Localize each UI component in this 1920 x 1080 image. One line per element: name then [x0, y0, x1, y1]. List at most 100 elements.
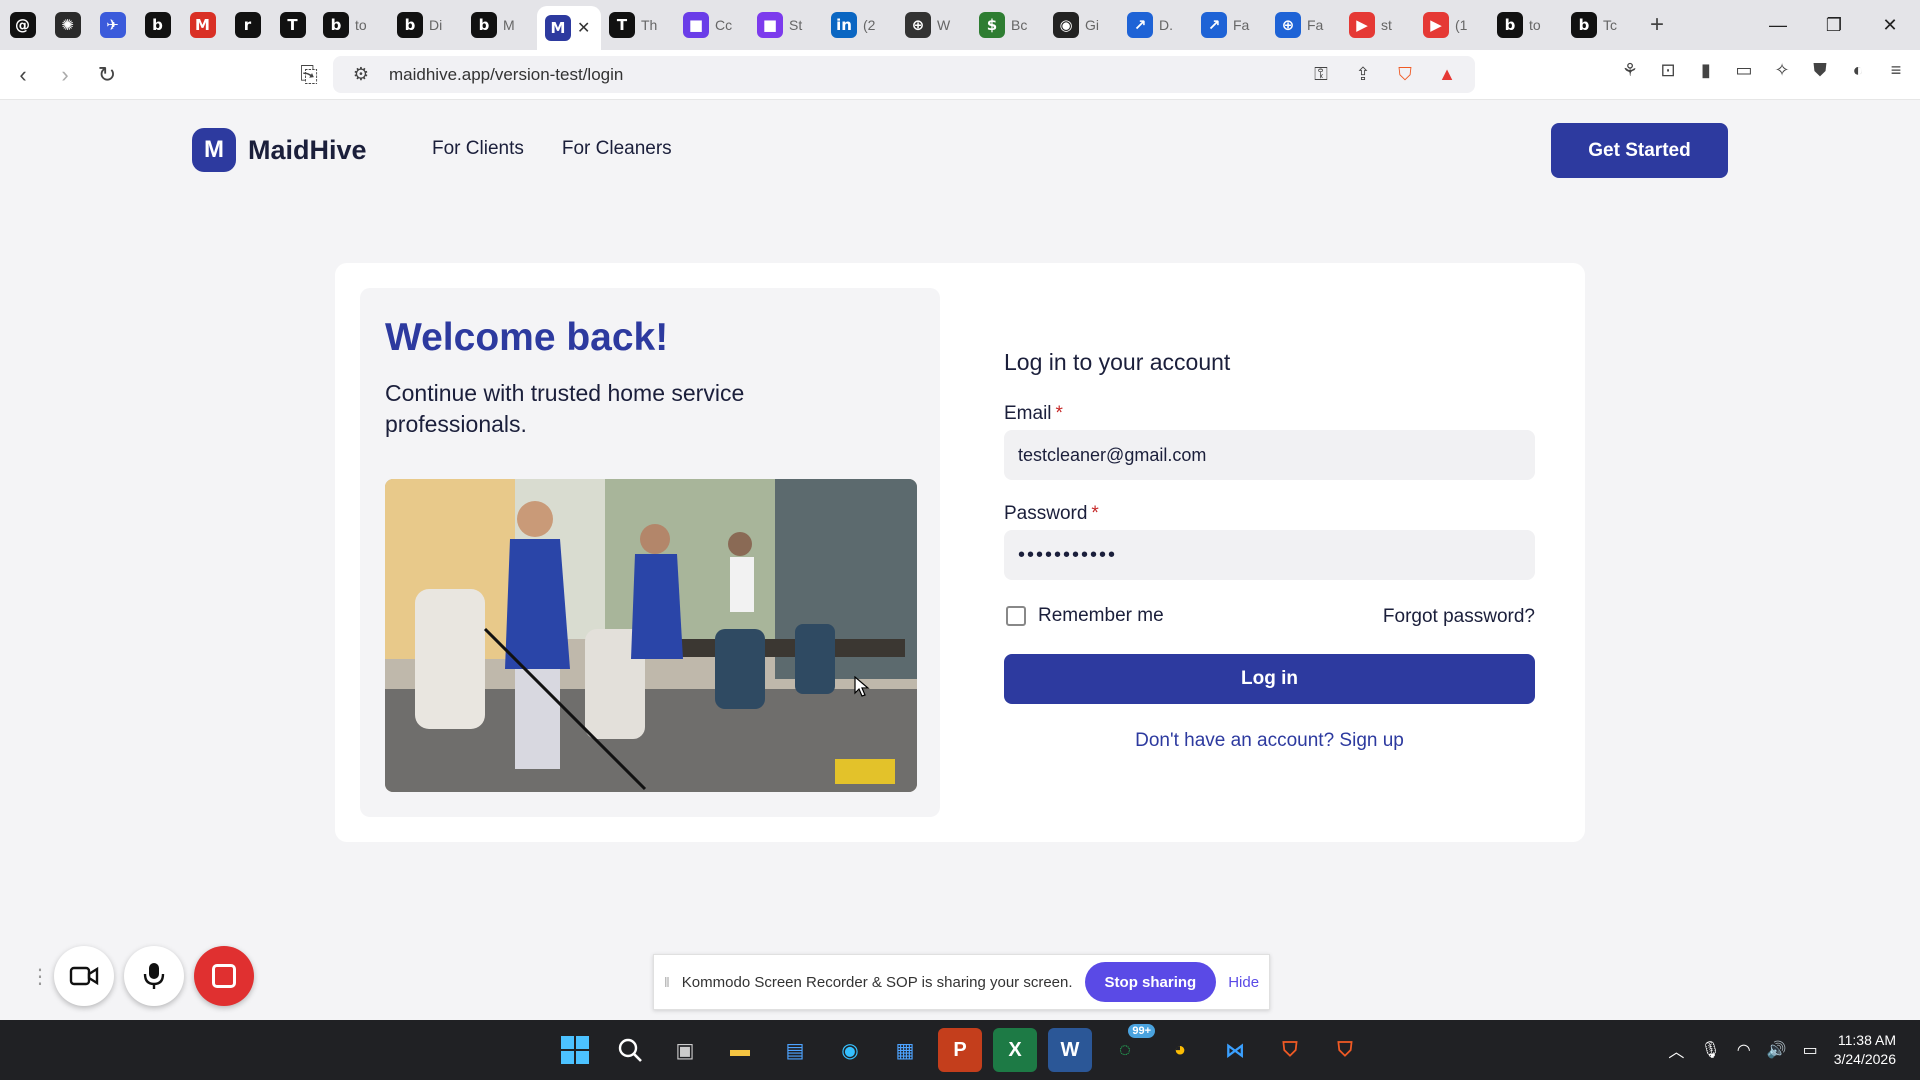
share-icon[interactable]: ⇪ — [1349, 61, 1377, 89]
browser-tab[interactable]: b to — [315, 6, 389, 44]
close-window-icon[interactable]: ✕ — [1862, 0, 1918, 50]
forward-icon[interactable]: › — [46, 56, 84, 94]
store-icon[interactable]: ▦ — [883, 1028, 927, 1072]
search-icon[interactable] — [608, 1028, 652, 1072]
tab-title: st — [1381, 17, 1392, 33]
login-form: Log in to your account Email * testcleane… — [1004, 263, 1535, 842]
hide-button[interactable]: Hide — [1228, 974, 1259, 991]
welcome-panel: Welcome back! Continue with trusted home… — [360, 288, 940, 817]
site-info-icon[interactable]: ⚙ — [347, 61, 375, 89]
brave-rewards-icon[interactable]: ▲ — [1433, 61, 1461, 89]
microphone-button[interactable] — [124, 946, 184, 1006]
browser-tab[interactable]: T — [270, 6, 315, 44]
sidebar-icon[interactable]: ▮ — [1692, 56, 1720, 84]
email-field[interactable]: testcleaner@gmail.com — [1004, 430, 1535, 480]
browser-tab[interactable]: $ Bc — [971, 6, 1045, 44]
volume-icon[interactable]: 🔊 — [1767, 1040, 1787, 1060]
remember-me[interactable]: Remember me — [1006, 605, 1164, 627]
microphone-tray-icon[interactable]: 🎙 — [1700, 1040, 1720, 1060]
browser-tab[interactable]: ■ Cc — [675, 6, 749, 44]
get-started-button[interactable]: Get Started — [1551, 123, 1728, 178]
browser-tab[interactable]: b Tc — [1563, 6, 1637, 44]
remember-checkbox[interactable] — [1006, 606, 1026, 626]
drag-handle-icon[interactable]: ⋮⋮ — [30, 964, 70, 989]
reload-icon[interactable]: ↻ — [88, 56, 126, 94]
back-icon[interactable]: ‹ — [4, 56, 42, 94]
close-tab-icon[interactable]: ✕ — [577, 18, 590, 38]
browser-tab[interactable]: r — [225, 6, 270, 44]
browser-tab[interactable]: b Di — [389, 6, 463, 44]
browser-tab[interactable]: ↗ Fa — [1193, 6, 1267, 44]
brave-beta-icon[interactable]: ⛉ — [1323, 1028, 1367, 1072]
login-button[interactable]: Log in — [1004, 654, 1535, 704]
browser-tab[interactable]: ⊕ Fa — [1267, 6, 1341, 44]
password-field[interactable]: ••••••••••• — [1004, 530, 1535, 580]
tab-strip: @ ✺ ✈ b Mr Tb to b Di b M M ✕ T Th ■ Cc ■ St in (2 ⊕ W $ Bc ◉ Gi ↗ D… — [0, 0, 1920, 50]
browser-tab[interactable]: ▶ (1 — [1415, 6, 1489, 44]
key-icon[interactable]: ⚿ — [1307, 61, 1335, 89]
browser-tab[interactable]: b to — [1489, 6, 1563, 44]
tab-title: to — [355, 17, 367, 33]
vpn-icon[interactable]: ⛊ — [1806, 56, 1834, 84]
notepad-icon[interactable]: ▤ — [773, 1028, 817, 1072]
browser-tab[interactable]: T Th — [601, 6, 675, 44]
address-bar[interactable]: ⚙ maidhive.app/version-test/login ⚿ ⇪ ⛉ … — [333, 56, 1475, 93]
extensions-icon[interactable]: ⚘ — [1616, 56, 1644, 84]
wifi-icon[interactable]: ◠ — [1737, 1040, 1751, 1060]
browser-tab[interactable]: ▶ st — [1341, 6, 1415, 44]
browser-tab[interactable]: ↗ D. — [1119, 6, 1193, 44]
tab-title: to — [1529, 17, 1541, 33]
minimize-icon[interactable]: — — [1750, 0, 1806, 50]
stop-recording-button[interactable] — [194, 946, 254, 1006]
edge-icon[interactable]: ◉ — [828, 1028, 872, 1072]
browser-tab[interactable]: b — [135, 6, 180, 44]
whatsapp-icon[interactable]: ◌ 99+ — [1103, 1024, 1155, 1072]
brave-icon[interactable]: ⛉ — [1268, 1028, 1312, 1072]
browser-tab[interactable]: @ — [0, 6, 45, 44]
nav-for-cleaners[interactable]: For Cleaners — [562, 138, 672, 160]
drag-grip-icon[interactable]: ‖ — [664, 974, 670, 990]
powerpoint-icon[interactable]: P — [938, 1028, 982, 1072]
windows-start-icon[interactable] — [553, 1028, 597, 1072]
brave-shield-icon[interactable]: ⛉ — [1391, 61, 1419, 89]
menu-icon[interactable]: ≡ — [1882, 56, 1910, 84]
stop-sharing-button[interactable]: Stop sharing — [1084, 962, 1217, 1002]
nav-for-clients[interactable]: For Clients — [432, 138, 524, 160]
browser-tab[interactable]: M — [180, 6, 225, 44]
browser-tab[interactable]: in (2 — [823, 6, 897, 44]
mouse-cursor-icon — [854, 676, 870, 697]
task-view-icon[interactable]: ▣ — [663, 1028, 707, 1072]
email-label: Email * — [1004, 403, 1063, 425]
clock[interactable]: 11:38 AM 3/24/2026 — [1834, 1031, 1896, 1069]
signup-link[interactable]: Don't have an account? Sign up — [1004, 730, 1535, 752]
file-explorer-icon[interactable]: ▬ — [718, 1028, 762, 1072]
brand-logo[interactable]: M MaidHive — [192, 128, 367, 172]
wallet-icon[interactable]: ▭ — [1730, 56, 1758, 84]
browser-tab[interactable]: ⊕ W — [897, 6, 971, 44]
tab-search-icon[interactable]: ⊡ — [1654, 56, 1682, 84]
browser-tab[interactable]: ◉ Gi — [1045, 6, 1119, 44]
tab-title: Gi — [1085, 17, 1099, 33]
browser-tab[interactable]: ■ St — [749, 6, 823, 44]
leo-ai-icon[interactable]: ✧ — [1768, 56, 1796, 84]
restore-icon[interactable]: ❐ — [1806, 0, 1862, 50]
cleaning-team-photo — [385, 479, 917, 792]
battery-icon[interactable]: ▭ — [1803, 1040, 1818, 1060]
browser-tab[interactable]: bM — [463, 6, 537, 44]
browser-tab[interactable]: ✺ — [45, 6, 90, 44]
profile-icon[interactable]: ◐ — [1844, 56, 1872, 84]
camera-button[interactable] — [54, 946, 114, 1006]
forgot-password-link[interactable]: Forgot password? — [1383, 606, 1535, 628]
vscode-icon[interactable]: ⋈ — [1213, 1028, 1257, 1072]
bubble-icon: b — [323, 12, 349, 38]
required-marker: * — [1055, 403, 1063, 424]
bookmark-icon[interactable]: ⎘ — [290, 56, 328, 94]
new-tab-button[interactable]: + — [1637, 6, 1677, 44]
screen-share-bar: ‖ Kommodo Screen Recorder & SOP is shari… — [653, 954, 1270, 1010]
chevron-up-icon[interactable]: ︿ — [1668, 1038, 1684, 1062]
browser-tab[interactable]: ✈ — [90, 6, 135, 44]
word-icon[interactable]: W — [1048, 1028, 1092, 1072]
excel-icon[interactable]: X — [993, 1028, 1037, 1072]
browser-tab[interactable]: M ✕ — [537, 6, 601, 50]
chrome-icon[interactable]: ◕ — [1158, 1028, 1202, 1072]
